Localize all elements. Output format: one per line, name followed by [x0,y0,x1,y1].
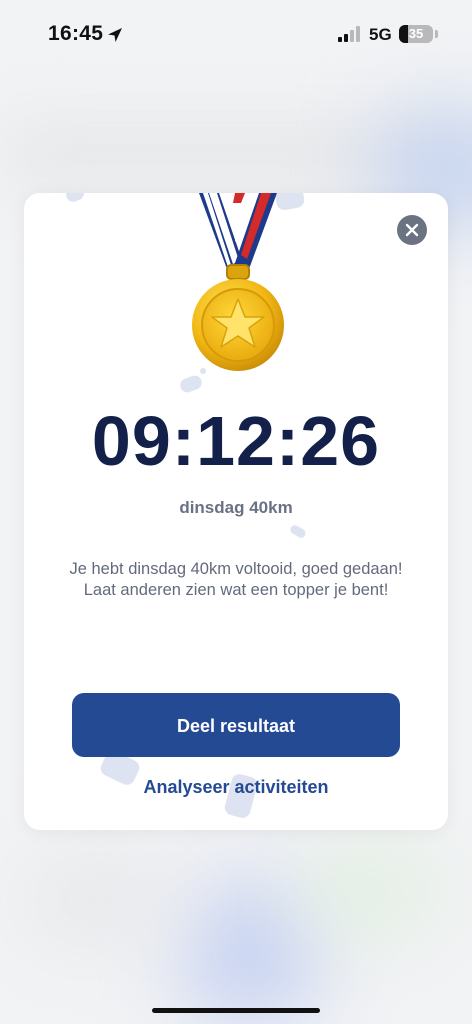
battery-nub [435,30,438,38]
share-result-button[interactable]: Deel resultaat [72,693,400,757]
confetti [288,523,308,540]
status-time: 16:45 [48,22,104,45]
event-name: dinsdag 40km [179,498,293,517]
background-blur [300,850,440,930]
network-type: 5G [369,25,392,44]
analyse-activities-link[interactable]: Analyseer activiteiten [24,777,448,798]
home-indicator[interactable] [152,1008,320,1013]
cellular-signal-icon [338,26,360,42]
status-bar: 16:45 5G 35 [0,0,472,70]
result-time: 09:12:26 [91,402,381,480]
congratulation-message: Je hebt dinsdag 40km voltooid, goed geda… [69,560,403,599]
background-blur [180,880,320,1024]
location-arrow-icon [108,28,122,42]
battery-percentage: 35 [408,26,424,41]
close-icon [405,223,419,237]
close-button[interactable] [397,215,427,245]
result-modal: 09:12:26 dinsdag 40km Je hebt dinsdag 40… [24,193,448,830]
confetti [64,193,86,204]
gold-medal-icon [192,193,284,371]
battery-icon: 35 [399,25,433,43]
confetti [178,373,204,395]
background-blur [20,860,180,940]
